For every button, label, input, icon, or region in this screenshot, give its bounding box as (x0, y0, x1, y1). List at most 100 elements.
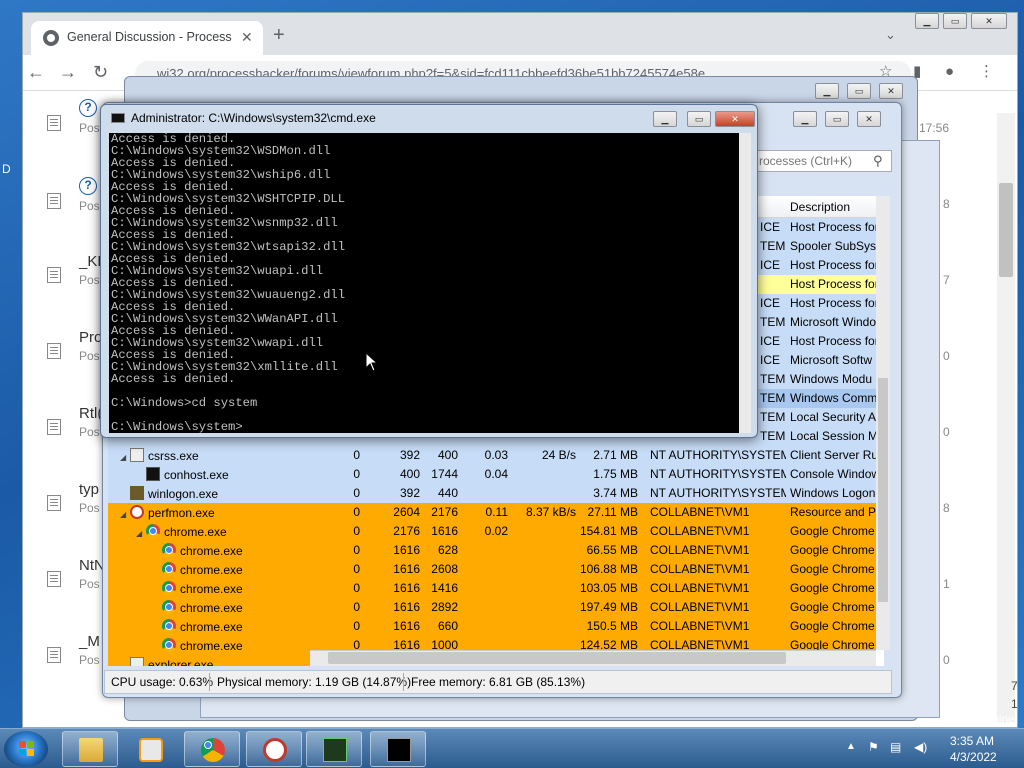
process-description: Microsoft Softw (790, 353, 873, 367)
console-line: Access is denied. (111, 372, 236, 386)
chrome-icon (162, 600, 176, 614)
process-io-cell: 660 (437, 619, 458, 633)
maximize-icon[interactable]: ▭ (943, 13, 967, 29)
process-row[interactable]: conhost.exe 0 400 1744 0.04 1.75 MB NT AUTHORI… (108, 465, 876, 484)
topic-title[interactable]: typ (79, 481, 99, 498)
process-user-cell: COLLABNET\VM1 (650, 505, 750, 519)
list-item[interactable]: NtN Pos (23, 557, 113, 627)
topic-title[interactable]: Rtl( (79, 405, 102, 422)
topic-meta: Pos (79, 577, 100, 591)
maximize-icon[interactable]: ▭ (825, 111, 849, 127)
process-name-cell: explorer.exe (120, 657, 213, 666)
process-row[interactable]: ◢ csrss.exe 0 392 400 0.03 24 B/s 2.71 MB NT AUT… (108, 446, 876, 465)
process-desc-cell: Client Server Run (790, 448, 876, 462)
process-search-input[interactable]: rocesses (Ctrl+K) ⚲ (752, 150, 892, 172)
chrome-icon (162, 562, 176, 576)
clock-date[interactable]: 4/3/2022 (950, 750, 997, 764)
process-name: chrome.exe (180, 582, 243, 596)
process-mem-cell: 106.88 MB (579, 562, 638, 576)
process-name: chrome.exe (164, 525, 227, 539)
list-item[interactable]: _M Pos (23, 633, 113, 703)
minimize-icon[interactable]: ▁ (793, 111, 817, 127)
maximize-icon[interactable]: ▭ (687, 111, 711, 127)
process-row[interactable]: winlogon.exe 0 392 440 3.74 MB NT AUTHORITY\S… (108, 484, 876, 503)
folder-icon (79, 738, 103, 762)
process-mem-cell: 197.49 MB (579, 600, 638, 614)
topic-title[interactable]: NtN (79, 557, 105, 574)
menu-icon[interactable]: ⋮ (979, 63, 994, 81)
process-row[interactable]: chrome.exe 0 1616 628 66.55 MB COLLABNET\VM1 G… (108, 541, 876, 560)
chevron-down-icon[interactable]: ⌄ (885, 27, 896, 43)
process-cpu-cell: 0 (353, 581, 360, 595)
process-pid-cell: 1616 (393, 619, 420, 633)
process-row[interactable]: chrome.exe 0 1616 2892 197.49 MB COLLABNET\VM… (108, 598, 876, 617)
process-user-cell: COLLABNET\VM1 (650, 600, 750, 614)
close-icon[interactable]: ✕ (971, 13, 1007, 29)
tree-expander-icon[interactable]: ◢ (120, 453, 130, 462)
show-hidden-icons[interactable]: ▲ (846, 741, 856, 752)
back-icon[interactable]: ← (27, 63, 45, 81)
process-user: TEM (760, 315, 786, 329)
clock-time[interactable]: 3:35 AM (950, 734, 994, 748)
search-icon[interactable]: ⚲ (873, 153, 883, 169)
reload-icon[interactable]: ↻ (93, 63, 108, 81)
process-row[interactable]: ◢ perfmon.exe 0 2604 2176 0.11 8.37 kB/s 27.11 … (108, 503, 876, 522)
topic-title[interactable]: Pro (79, 329, 102, 346)
minimize-icon[interactable]: ▁ (815, 83, 839, 99)
process-row[interactable]: ◢ chrome.exe 0 2176 1616 0.02 154.81 MB COLLABN… (108, 522, 876, 541)
close-icon[interactable]: ✕ (857, 111, 881, 127)
browser-tab[interactable]: General Discussion - Process Hac ✕ (31, 21, 263, 55)
taskbar-explorer[interactable] (62, 731, 118, 767)
process-row[interactable]: chrome.exe 0 1616 1416 103.05 MB COLLABNET\VM… (108, 579, 876, 598)
network-icon[interactable]: ▤ (890, 740, 901, 754)
process-user-cell: NT AUTHORITY\SYSTEM (650, 467, 786, 481)
side-text: 1 (943, 577, 950, 591)
action-center-icon[interactable]: ⚑ (868, 740, 879, 754)
process-description: Host Process for (790, 296, 876, 310)
process-user: TEM (760, 410, 786, 424)
process-user: TEM (760, 429, 786, 443)
taskbar-cmd[interactable] (370, 731, 426, 767)
tree-expander-icon[interactable]: ◢ (136, 529, 146, 538)
windows-logo-icon (19, 741, 35, 757)
topic-title[interactable]: _M (79, 633, 100, 650)
table-horizontal-scrollbar-thumb[interactable] (328, 652, 786, 664)
table-vertical-scrollbar-thumb[interactable] (878, 378, 888, 602)
tree-expander-icon[interactable]: ◢ (120, 510, 130, 519)
console-scrollbar[interactable] (739, 133, 751, 433)
new-tab-icon[interactable]: + (273, 25, 285, 45)
process-pid-cell: 1616 (393, 581, 420, 595)
close-icon[interactable]: ✕ (715, 111, 755, 127)
maximize-icon[interactable]: ▭ (847, 83, 871, 99)
profile-icon[interactable]: ● (945, 63, 954, 81)
page-scrollbar-thumb[interactable] (999, 183, 1013, 277)
console-line: C:\Windows\system> (111, 420, 243, 433)
process-desc-cell: Google Chrome (790, 581, 875, 595)
process-row[interactable]: chrome.exe 0 1616 2608 106.88 MB COLLABNET\VM… (108, 560, 876, 579)
console-icon (387, 738, 411, 762)
close-icon[interactable]: ✕ (879, 83, 903, 99)
cmd-titlebar[interactable]: Administrator: C:\Windows\system32\cmd.e… (101, 105, 757, 131)
taskbar-perfmon[interactable] (306, 731, 362, 767)
taskbar-media-player[interactable] (122, 731, 178, 767)
column-header-description[interactable]: Description (790, 200, 850, 214)
minimize-icon[interactable]: ▁ (915, 13, 939, 29)
volume-icon[interactable]: ◀) (914, 740, 927, 754)
process-cpu2-cell: 0.11 (485, 505, 508, 519)
process-row[interactable]: chrome.exe 0 1616 660 150.5 MB COLLABNET\VM1 G… (108, 617, 876, 636)
process-io-cell: 2608 (431, 562, 458, 576)
console-output[interactable]: Access is denied. C:\Windows\system32\WSD… (109, 133, 751, 433)
start-button[interactable] (4, 731, 48, 767)
list-item[interactable]: typ Pos (23, 481, 113, 551)
process-user-cell: NT AUTHORITY\SYSTEM (650, 486, 786, 500)
process-io-cell: 1616 (431, 524, 458, 538)
forward-icon[interactable]: → (59, 63, 77, 81)
process-user: ICE (760, 334, 781, 348)
tab-close-icon[interactable]: ✕ (241, 29, 253, 46)
taskbar-chrome[interactable] (184, 731, 240, 767)
process-cpu-cell: 0 (353, 505, 360, 519)
taskbar-process-hacker[interactable] (246, 731, 302, 767)
process-io-cell: 2892 (431, 600, 458, 614)
chrome-icon (146, 524, 160, 538)
minimize-icon[interactable]: ▁ (653, 111, 677, 127)
